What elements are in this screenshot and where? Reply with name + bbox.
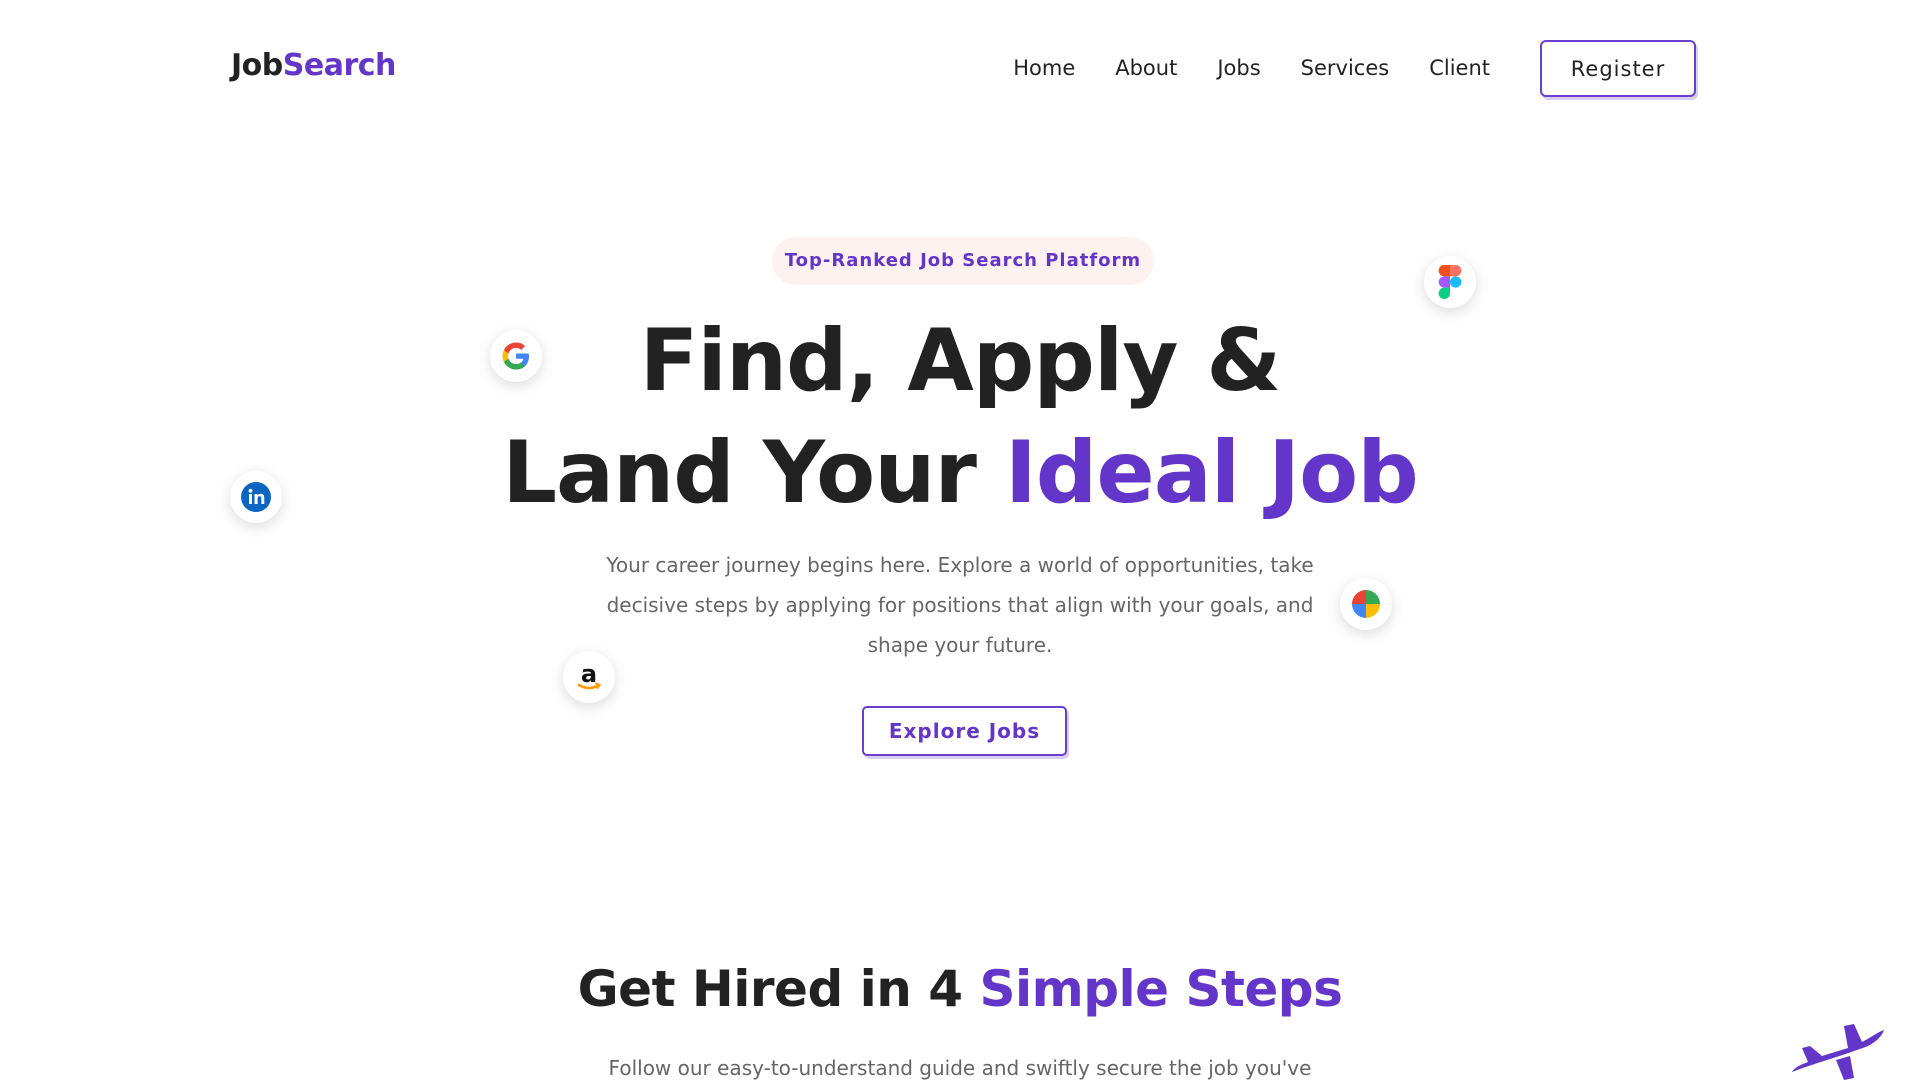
steps-description: Follow our easy-to-understand guide and … — [608, 1056, 1312, 1080]
nav-services[interactable]: Services — [1301, 48, 1390, 88]
hero-title-plain: Land Your — [502, 423, 1005, 523]
main-nav: Home About Jobs Services Client — [973, 48, 1490, 88]
steps-title: Get Hired in 4 Simple Steps — [360, 960, 1560, 1018]
site-logo[interactable]: JobSearch — [231, 48, 396, 83]
svg-text:a: a — [581, 660, 597, 688]
site-header: JobSearch Home About Jobs Services Clien… — [0, 0, 1920, 136]
airplane-icon — [1792, 1024, 1884, 1080]
logo-text-job: Job — [231, 48, 283, 83]
microsoft-icon — [1340, 578, 1392, 630]
nav-about[interactable]: About — [1115, 48, 1177, 88]
nav-jobs[interactable]: Jobs — [1217, 48, 1260, 88]
logo-text-search: Search — [282, 48, 397, 83]
hero-description: Your career journey begins here. Explore… — [606, 553, 1314, 657]
google-icon — [490, 330, 542, 382]
register-button[interactable]: Register — [1540, 40, 1696, 97]
linkedin-icon — [230, 471, 282, 523]
amazon-icon: a — [563, 651, 615, 703]
steps-title-accent: Simple Steps — [979, 960, 1343, 1018]
hero-title-accent: Ideal Job — [1004, 423, 1419, 523]
explore-jobs-button[interactable]: Explore Jobs — [862, 706, 1067, 756]
nav-home[interactable]: Home — [1013, 48, 1075, 88]
nav-client[interactable]: Client — [1429, 48, 1490, 88]
steps-title-plain: Get Hired in 4 — [577, 960, 980, 1018]
hero-title-line2: Land Your Ideal Job — [360, 418, 1560, 528]
figma-icon — [1424, 256, 1476, 308]
hero-badge: Top-Ranked Job Search Platform — [772, 237, 1154, 285]
